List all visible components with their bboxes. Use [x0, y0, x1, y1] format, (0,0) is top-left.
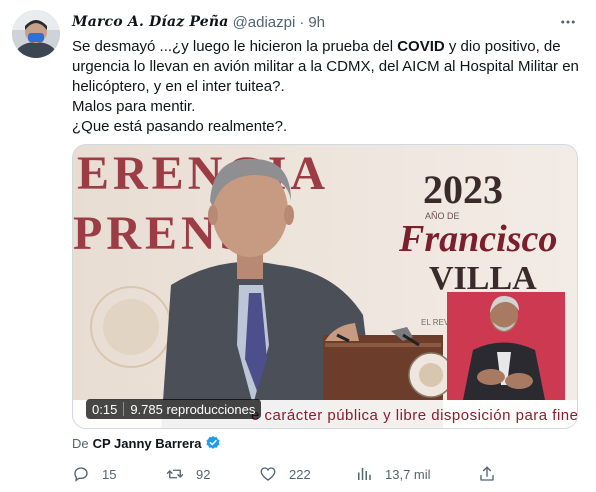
badge-divider: [123, 402, 125, 416]
tweet-header: Marco A. Díaz Peña @adiazpi · 9h: [72, 12, 325, 32]
video-duration: 0:15: [92, 401, 118, 417]
source-name[interactable]: CP Janny Barrera: [93, 436, 202, 451]
backdrop-text-1: ERENGIA: [77, 147, 329, 200]
reply-count: 15: [102, 466, 117, 482]
reply-button[interactable]: 15: [72, 462, 116, 486]
retweet-count: 92: [196, 466, 211, 482]
tweet-text: Se desmayó ...¿y luego le hicieron la pr…: [72, 37, 584, 137]
tweet-paragraph-1: Se desmayó ...¿y luego le hicieron la pr…: [72, 37, 584, 97]
banner-name-2: VILLA: [429, 260, 537, 297]
avatar[interactable]: [12, 10, 60, 58]
tweet-paragraph-2: Malos para mentir.: [72, 98, 196, 115]
action-bar: 15 92 222 13,7 mil: [72, 462, 512, 486]
heart-icon: [259, 465, 277, 483]
like-button[interactable]: 222: [259, 462, 311, 486]
tweet-text-part: Se desmayó ...¿y luego le hicieron la pr…: [72, 38, 398, 55]
tweet-text-bold: COVID: [397, 38, 445, 55]
video-player[interactable]: ERENGIA PRENS 2023 AÑO DE Francisco VILL…: [72, 144, 578, 429]
like-count: 222: [289, 466, 311, 482]
source-prefix: De: [72, 435, 89, 451]
video-badge: 0:15 9.785 reproducciones: [86, 399, 262, 419]
tweet-card[interactable]: Marco A. Díaz Peña @adiazpi · 9h Se desm…: [0, 0, 596, 492]
video-caption: e carácter pública y libre disposición p…: [251, 407, 578, 424]
display-name[interactable]: Marco A. Díaz Peña: [72, 14, 229, 30]
banner-year: 2023: [423, 167, 503, 212]
banner-name-1: Francisco: [398, 218, 557, 260]
more-horizontal-icon[interactable]: [556, 10, 580, 34]
video-source: De CP Janny Barrera: [72, 434, 221, 452]
share-button[interactable]: [478, 462, 496, 486]
verified-badge-icon: [205, 435, 221, 451]
tweet-paragraph-3: ¿Que está pasando realmente?.: [72, 118, 288, 135]
retweet-icon: [166, 465, 184, 483]
analytics-icon: [355, 465, 373, 483]
share-icon: [478, 465, 496, 483]
reply-icon: [72, 465, 90, 483]
view-count: 13,7 mil: [385, 466, 431, 482]
separator-dot: ·: [299, 13, 305, 31]
retweet-button[interactable]: 92: [166, 462, 210, 486]
views-button[interactable]: 13,7 mil: [355, 462, 431, 486]
user-handle[interactable]: @adiazpi: [233, 14, 296, 31]
timestamp[interactable]: 9h: [308, 14, 325, 31]
video-views: 9.785 reproducciones: [130, 401, 256, 417]
